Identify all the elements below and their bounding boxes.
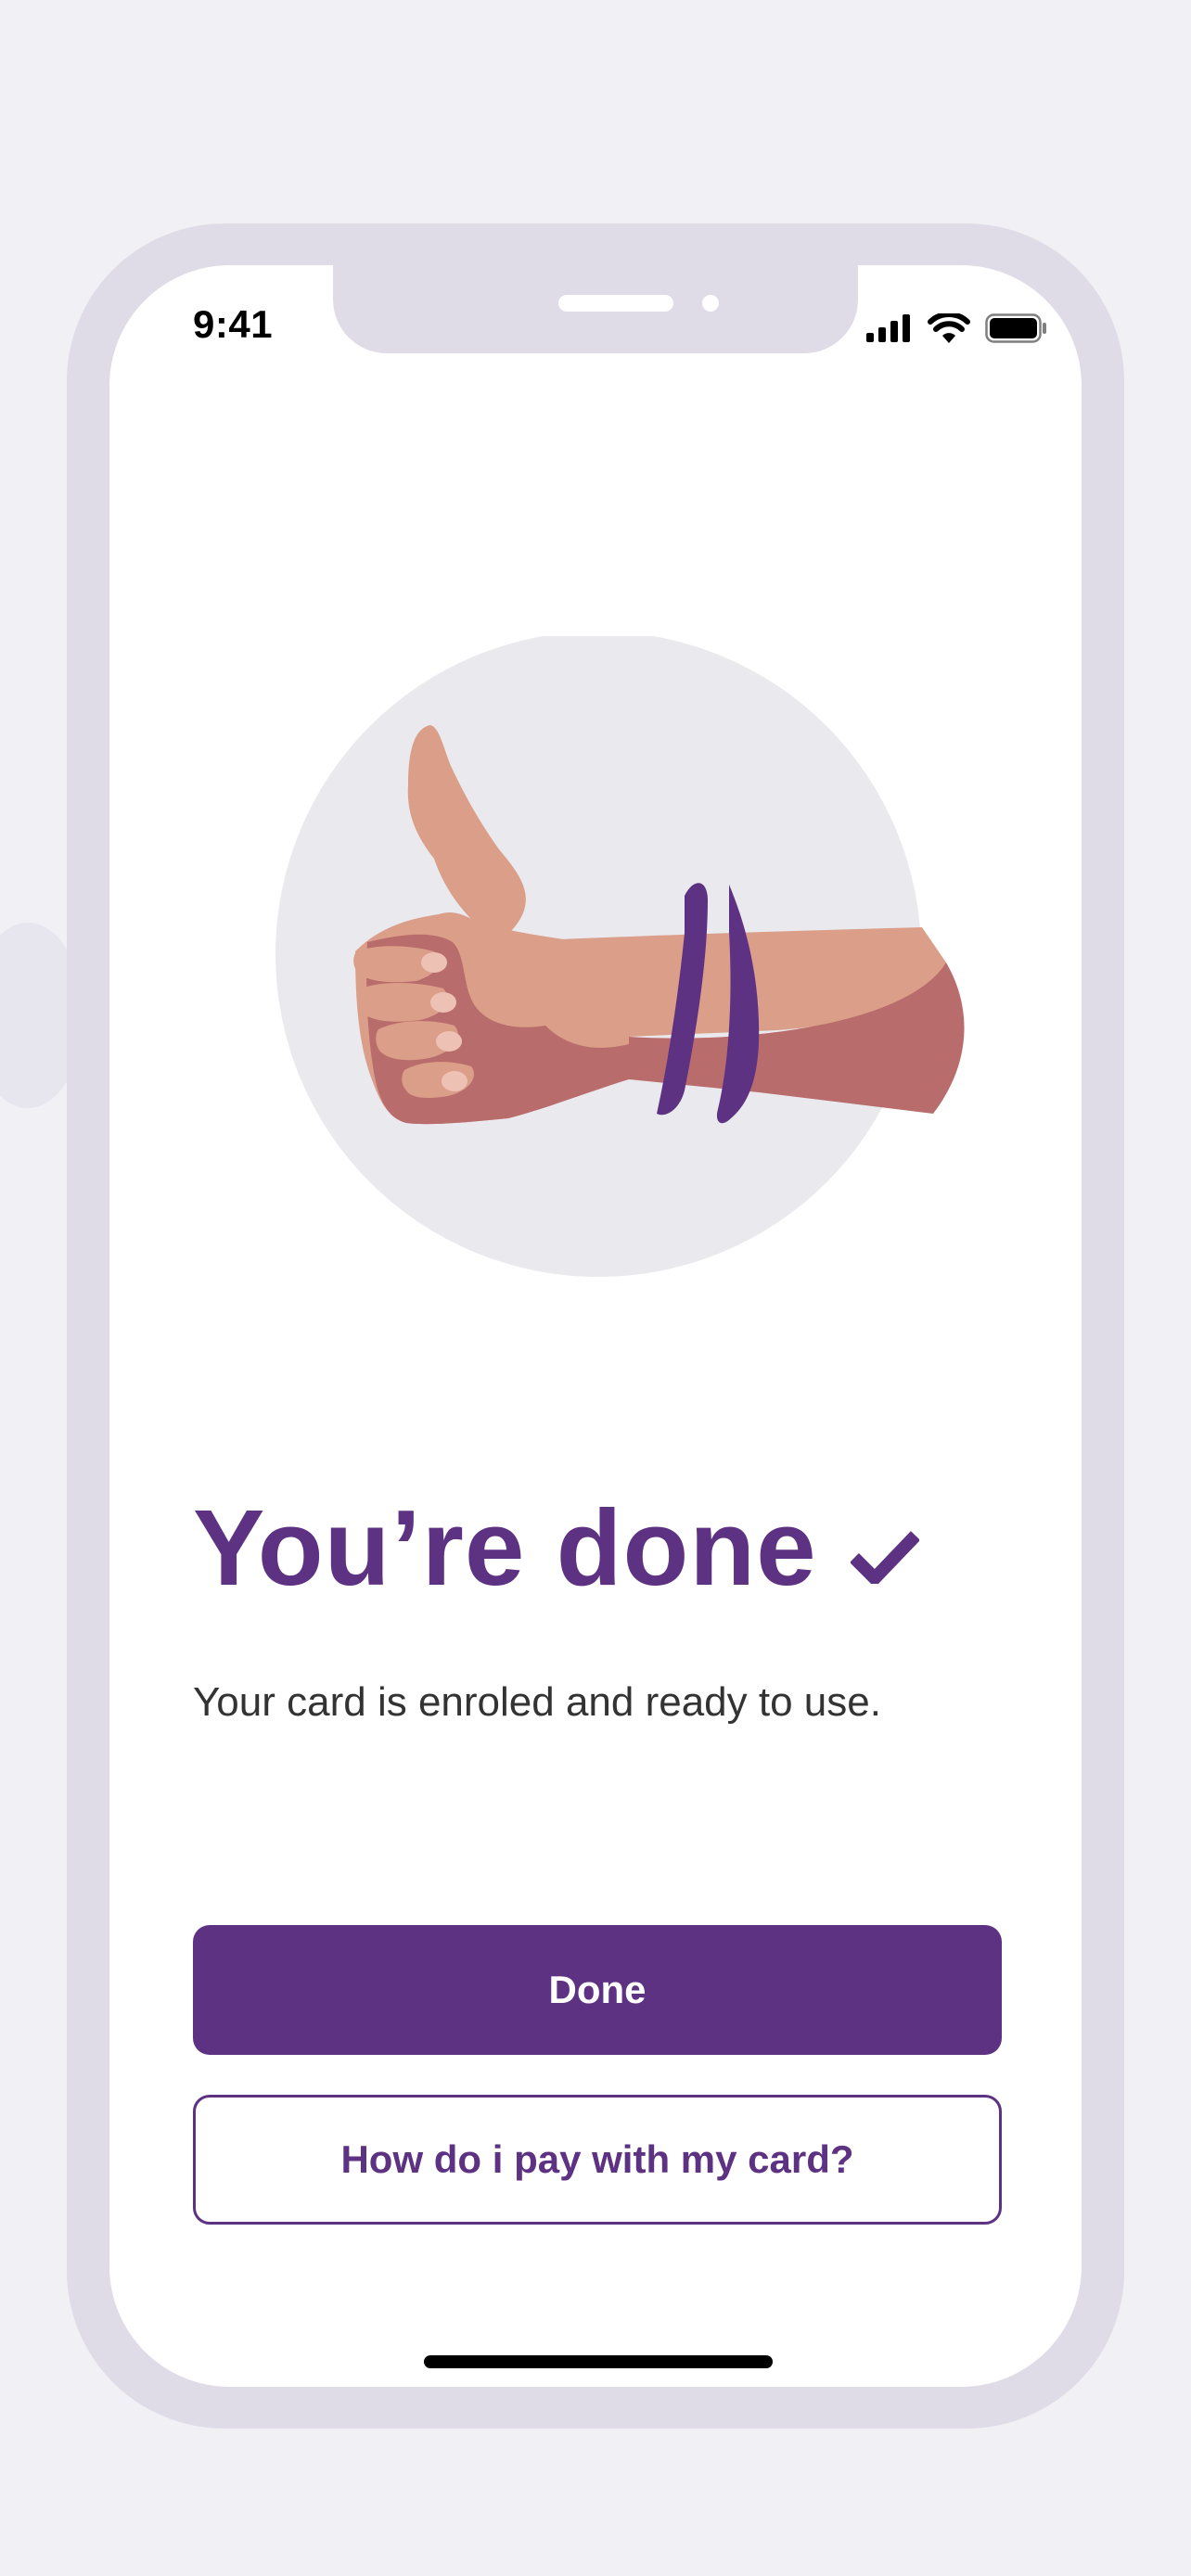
nail-1 [421,952,447,973]
nail-4 [442,1071,467,1091]
wifi-icon [928,313,970,343]
thumbs-up-illustration [275,636,965,1277]
front-camera [702,295,719,312]
done-button[interactable]: Done [193,1925,1002,2055]
signal-icon [866,314,910,342]
nail-2 [430,992,456,1013]
battery-icon [985,313,1046,343]
status-icons [866,310,1048,347]
done-button-label: Done [548,1968,647,2011]
subtitle: Your card is enroled and ready to use. [193,1679,881,1725]
phone-screen: 9:41 You’re done Your card is enroled an… [109,265,1082,2387]
checkmark-icon [850,1531,919,1584]
home-indicator[interactable] [424,2355,773,2368]
how-to-pay-button[interactable]: How do i pay with my card? [193,2095,1002,2225]
page-canvas: 9:41 You’re done Your card is enroled an… [0,0,1191,2576]
speaker-grill [558,295,673,312]
how-to-pay-button-label: How do i pay with my card? [340,2137,854,2181]
notch [333,265,858,353]
title-row: You’re done [193,1494,919,1601]
page-title: You’re done [193,1487,817,1608]
status-time: 9:41 [193,302,274,346]
nail-3 [436,1031,462,1052]
